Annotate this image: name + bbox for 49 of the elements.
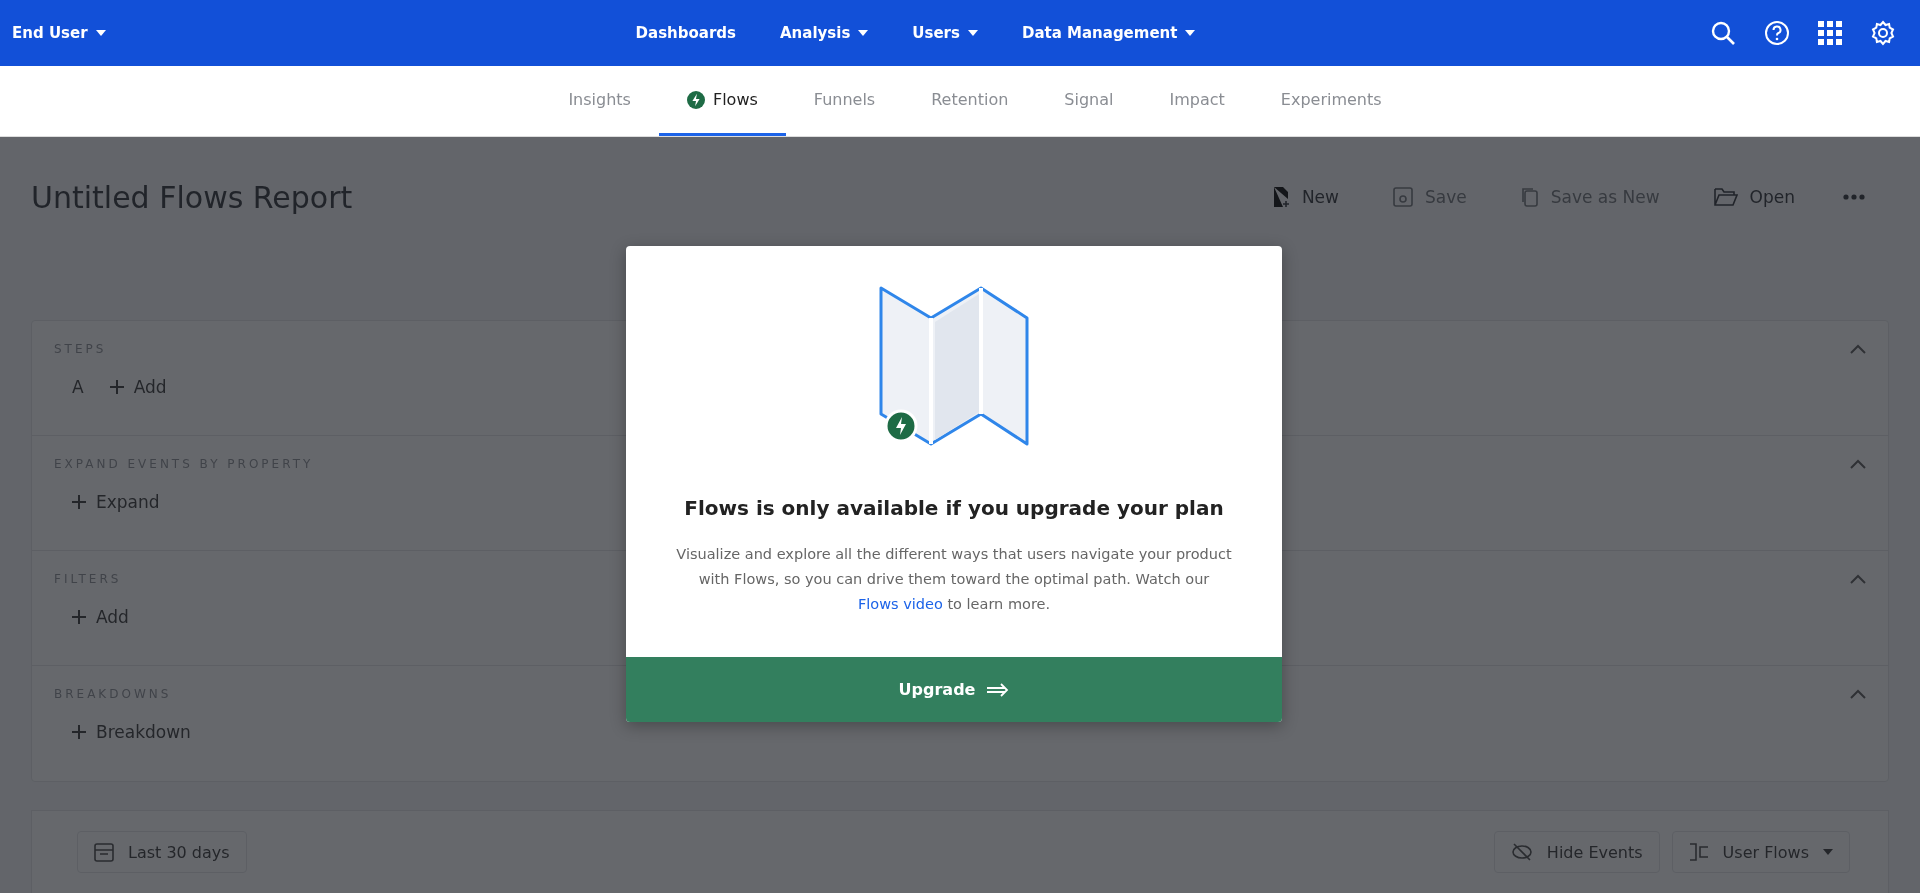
tab[interactable]: Insights (540, 66, 659, 136)
video-link[interactable]: Flows video (857, 596, 943, 612)
plus-icon (109, 380, 124, 394)
nav-menu[interactable]: Analysis (780, 24, 869, 42)
help-icon[interactable] (1764, 20, 1790, 46)
nav-menu[interactable]: Dashboards (635, 24, 736, 42)
bolt-badge-icon (686, 90, 705, 109)
step-letter: A (72, 377, 84, 397)
plus-icon (72, 725, 86, 739)
save-icon (1392, 187, 1413, 207)
new-file-icon (1271, 186, 1290, 208)
add-button[interactable]: Breakdown (72, 722, 191, 742)
toolbar-button[interactable]: New (1265, 185, 1345, 209)
tab[interactable]: Funnels (785, 66, 904, 136)
tab[interactable]: Impact (1141, 66, 1253, 136)
upgrade-button[interactable]: Upgrade (626, 657, 1282, 722)
plus-icon (72, 495, 86, 509)
tab[interactable]: Flows (658, 66, 786, 136)
add-button[interactable]: Expand (72, 492, 160, 512)
tab[interactable]: Retention (903, 66, 1037, 136)
nav-menu[interactable]: Users (912, 24, 978, 42)
folder-icon (1713, 187, 1738, 207)
more-icon[interactable] (1843, 194, 1865, 200)
nav-menu[interactable]: Data Management (1021, 24, 1196, 42)
dialog-message: Visualize and explore all the different ways that users navigate your product with Flows, so you can drive them toward the optimal path. Watch our Flows video to learn more. (675, 545, 1233, 614)
add-button[interactable]: Add (109, 377, 167, 397)
hide-events-button[interactable]: Hide Events (1493, 831, 1660, 873)
caret-icon (1823, 849, 1833, 855)
settings-icon[interactable] (1870, 20, 1896, 46)
tab[interactable]: Signal (1036, 66, 1142, 136)
chevron-up-icon[interactable] (1850, 459, 1866, 469)
plus-icon (72, 610, 86, 624)
calendar-icon (94, 842, 114, 862)
chevron-up-icon[interactable] (1850, 689, 1866, 699)
chevron-up-icon[interactable] (1850, 574, 1866, 584)
tab[interactable]: Experiments (1252, 66, 1410, 136)
apps-grid-icon[interactable] (1818, 21, 1842, 45)
date-range-button[interactable]: Last 30 days (77, 831, 247, 873)
dialog-title: Flows is only available if you upgrade your plan (684, 496, 1224, 520)
nav-menu[interactable]: End User (12, 24, 106, 42)
copy-icon (1520, 187, 1539, 207)
toolbar-button[interactable]: Open (1707, 186, 1801, 208)
add-button[interactable]: Add (72, 607, 129, 627)
chevron-up-icon[interactable] (1850, 344, 1866, 354)
search-icon[interactable] (1710, 20, 1736, 46)
report-title: Untitled Flows Report (31, 179, 353, 215)
eye-slash-icon (1510, 843, 1533, 861)
arrow-right-icon (987, 682, 1010, 697)
view-dropdown[interactable]: User Flows (1671, 831, 1850, 873)
